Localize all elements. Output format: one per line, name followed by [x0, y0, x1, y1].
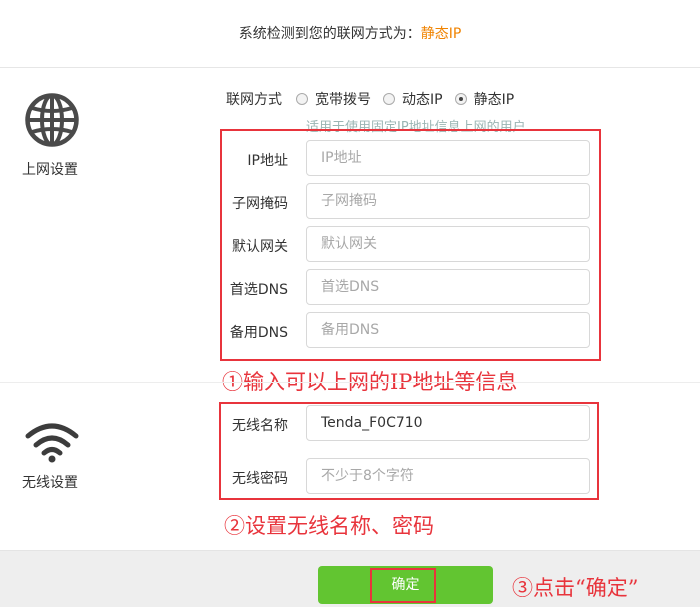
radio-dhcp-label[interactable]: 动态IP [402, 89, 443, 109]
radio-dhcp[interactable] [383, 93, 395, 105]
highlight-box-wifi-fields [219, 402, 599, 500]
highlight-box-ok [370, 568, 436, 603]
detect-value: 静态IP [420, 26, 462, 42]
globe-icon [25, 93, 79, 147]
internet-section-label: 上网设置 [22, 162, 78, 178]
detect-message: 系统检测到您的联网方式为：静态IP [0, 23, 700, 43]
wifi-icon [25, 423, 79, 463]
detect-banner: 系统检测到您的联网方式为：静态IP [0, 0, 700, 68]
detect-prefix: 系统检测到您的联网方式为： [238, 26, 421, 42]
annotation-step-3: ③点击“确定” [512, 576, 639, 600]
radio-pppoe-label[interactable]: 宽带拨号 [315, 89, 371, 109]
annotation-step-1: ①输入可以上网的IP地址等信息 [222, 370, 518, 394]
wireless-section-label: 无线设置 [22, 475, 78, 491]
section-divider [0, 382, 700, 383]
highlight-box-ip-fields [220, 129, 601, 361]
annotation-step-2: ②设置无线名称、密码 [224, 514, 434, 538]
radio-static-ip[interactable] [454, 93, 467, 105]
radio-pppoe[interactable] [296, 93, 308, 105]
connection-type-row: 联网方式 宽带拨号 动态IP 静态IP [226, 89, 514, 109]
connection-type-label: 联网方式 [226, 92, 282, 108]
radio-static-ip-label[interactable]: 静态IP [474, 89, 515, 109]
